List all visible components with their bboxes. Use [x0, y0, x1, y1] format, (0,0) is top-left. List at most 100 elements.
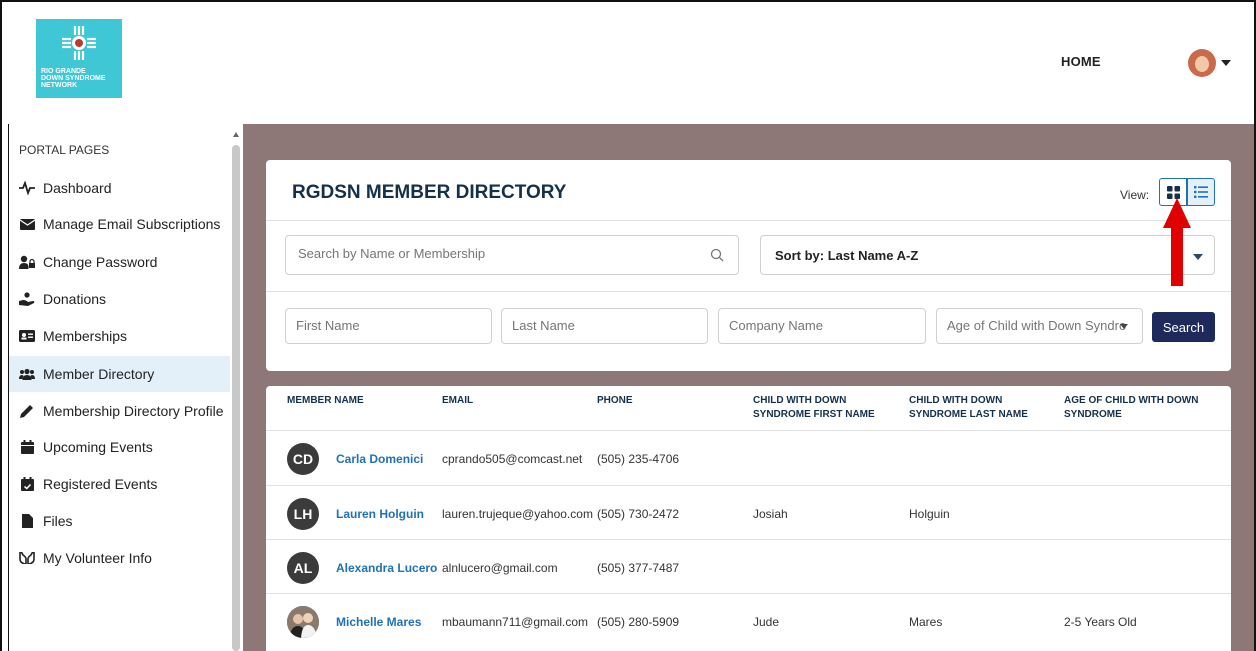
email-cell: mbaumann711@gmail.com	[442, 615, 589, 629]
phone-cell: (505) 235-4706	[597, 452, 680, 466]
member-table: MEMBER NAME EMAIL PHONE CHILD WITH DOWN …	[266, 386, 1231, 651]
avatar: CD	[287, 443, 319, 475]
email-cell: cprando505@comcast.net	[442, 452, 583, 466]
top-header: RIO GRANDE DOWN SYNDROME NETWORK HOME	[2, 2, 1254, 124]
sidebar-item-label: Registered Events	[43, 476, 158, 492]
search-button[interactable]: Search	[1152, 312, 1215, 342]
logo-text: RIO GRANDE DOWN SYNDROME NETWORK	[41, 68, 106, 89]
sidebar-item-label: Manage Email Subscriptions	[43, 216, 221, 232]
first-name-input[interactable]	[296, 318, 466, 333]
company-name-field[interactable]	[718, 308, 926, 344]
user-avatar[interactable]	[1188, 49, 1216, 77]
sidebar-item-label: Donations	[43, 291, 107, 307]
page-title: RGDSN MEMBER DIRECTORY	[292, 182, 567, 203]
sidebar-item-upcoming-events[interactable]: Upcoming Events	[9, 429, 231, 465]
sort-label: Sort by: Last Name A-Z	[775, 248, 919, 263]
company-name-input[interactable]	[729, 318, 899, 333]
email-cell: alnlucero@gmail.com	[442, 561, 558, 575]
view-label: View:	[1120, 188, 1150, 202]
list-view-button[interactable]	[1187, 178, 1215, 206]
avatar: AL	[287, 552, 319, 584]
scroll-up-icon[interactable]	[233, 132, 239, 137]
column-header-child-first-name[interactable]: CHILD WITH DOWN SYNDROME FIRST NAME	[753, 394, 893, 422]
last-name-field[interactable]	[501, 308, 708, 344]
user-lock-icon	[19, 254, 35, 270]
hands-icon	[19, 550, 35, 566]
last-name-input[interactable]	[512, 318, 682, 333]
phone-cell: (505) 730-2472	[597, 507, 680, 521]
child-last-name-cell: Mares	[909, 615, 943, 629]
sidebar-item-registered-events[interactable]: Registered Events	[9, 466, 231, 502]
list-icon	[1194, 186, 1208, 198]
child-first-name-cell: Jude	[753, 615, 780, 629]
portal-sidebar: PORTAL PAGES Dashboard Manage Email Subs…	[8, 124, 231, 651]
sidebar-item-label: Change Password	[43, 254, 158, 270]
pulse-icon	[19, 180, 35, 196]
sidebar-item-label: Member Directory	[43, 366, 155, 382]
pencil-icon	[19, 403, 35, 419]
red-arrow-annotation-icon	[1163, 198, 1191, 286]
child-age-cell: 2-5 Years Old	[1064, 615, 1137, 629]
column-header-age-of-child[interactable]: AGE OF CHILD WITH DOWN SYNDROME	[1064, 394, 1224, 422]
calendar-icon	[19, 439, 35, 455]
divider	[266, 291, 1231, 292]
grid-icon	[1166, 185, 1180, 199]
chevron-down-icon[interactable]	[1120, 324, 1128, 329]
search-icon[interactable]	[710, 248, 724, 262]
member-name-link[interactable]: Carla Domenici	[336, 452, 423, 466]
id-card-icon	[19, 328, 35, 344]
table-row: CD Carla Domenici cprando505@comcast.net…	[266, 430, 1231, 484]
scrollbar-thumb[interactable]	[232, 145, 240, 651]
column-header-phone[interactable]: PHONE	[597, 394, 737, 408]
sidebar-item-email-subscriptions[interactable]: Manage Email Subscriptions	[9, 206, 231, 242]
sidebar-item-donations[interactable]: Donations	[9, 281, 231, 317]
sidebar-title: PORTAL PAGES	[19, 143, 110, 157]
profile-photo-icon	[287, 606, 319, 638]
sidebar-item-label: Dashboard	[43, 180, 112, 196]
sidebar-item-change-password[interactable]: Change Password	[9, 244, 231, 280]
member-name-link[interactable]: Lauren Holguin	[336, 507, 424, 521]
phone-cell: (505) 377-7487	[597, 561, 680, 575]
users-icon	[19, 366, 35, 382]
divider	[266, 220, 1231, 221]
sidebar-item-label: Upcoming Events	[43, 439, 153, 455]
sidebar-scrollbar[interactable]	[230, 124, 242, 651]
avatar: LH	[287, 498, 319, 530]
age-of-child-select[interactable]	[936, 308, 1143, 344]
column-header-member-name[interactable]: MEMBER NAME	[287, 394, 427, 408]
sort-select[interactable]: Sort by: Last Name A-Z	[760, 235, 1215, 275]
chevron-down-icon[interactable]	[1221, 60, 1231, 66]
sidebar-item-label: Memberships	[43, 328, 128, 344]
sidebar-item-label: Files	[43, 513, 73, 529]
sidebar-item-files[interactable]: Files	[9, 503, 231, 539]
hand-holding-icon	[19, 291, 35, 307]
email-cell: lauren.trujeque@yahoo.com	[442, 507, 593, 521]
chevron-down-icon[interactable]	[1193, 254, 1203, 260]
member-name-link[interactable]: Michelle Mares	[336, 615, 421, 629]
table-row: Michelle Mares mbaumann711@gmail.com (50…	[266, 593, 1231, 647]
first-name-field[interactable]	[285, 308, 492, 344]
sidebar-item-volunteer-info[interactable]: My Volunteer Info	[9, 540, 231, 576]
child-last-name-cell: Holguin	[909, 507, 950, 521]
main-content: RGDSN MEMBER DIRECTORY View: Sort by: La…	[243, 124, 1254, 651]
sidebar-item-directory-profile[interactable]: Membership Directory Profile	[9, 393, 231, 429]
sidebar-item-member-directory[interactable]: Member Directory	[9, 356, 231, 392]
column-header-email[interactable]: EMAIL	[442, 394, 582, 408]
age-of-child-input[interactable]	[947, 318, 1127, 333]
rgdsn-logo[interactable]: RIO GRANDE DOWN SYNDROME NETWORK	[36, 19, 122, 98]
calendar-check-icon	[19, 476, 35, 492]
column-header-child-last-name[interactable]: CHILD WITH DOWN SYNDROME LAST NAME	[909, 394, 1039, 422]
zia-emblem-icon	[62, 26, 96, 60]
table-row: LH Lauren Holguin lauren.trujeque@yahoo.…	[266, 485, 1231, 539]
home-link[interactable]: HOME	[1061, 54, 1101, 69]
search-input[interactable]	[298, 246, 698, 261]
file-icon	[19, 513, 35, 529]
search-box[interactable]	[285, 235, 739, 275]
sidebar-item-memberships[interactable]: Memberships	[9, 318, 231, 354]
sidebar-item-dashboard[interactable]: Dashboard	[9, 170, 231, 206]
envelope-icon	[19, 216, 35, 232]
avatar	[287, 606, 319, 638]
sidebar-item-label: Membership Directory Profile	[43, 403, 224, 419]
phone-cell: (505) 280-5909	[597, 615, 680, 629]
member-name-link[interactable]: Alexandra Lucero	[336, 561, 437, 575]
